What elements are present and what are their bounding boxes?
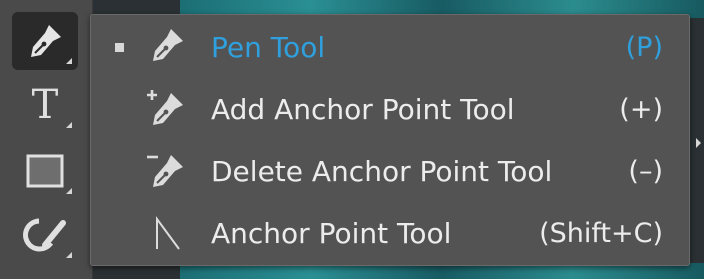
flyout-indicator-icon [66,122,72,128]
menu-item-shortcut: (Shift+C) [539,217,663,249]
pen-icon [153,29,183,61]
menu-item-label: Anchor Point Tool [211,216,452,250]
type-icon: T [31,82,59,128]
type-tool-button[interactable]: T [12,76,78,134]
rectangle-tool-button[interactable] [12,142,78,200]
menu-item-shortcut: (P) [625,31,663,63]
anchor-point-icon [156,215,180,250]
menu-item-shortcut: (–) [628,155,663,187]
menu-item-pen-tool[interactable]: Pen Tool (P) [91,17,689,77]
flyout-indicator-icon [66,188,72,194]
menu-item-anchor-point-tool[interactable]: Anchor Point Tool (Shift+C) [91,203,689,263]
delete-anchor-point-icon [147,155,183,187]
shaper-tool-button[interactable] [12,206,78,264]
menu-item-shortcut: (+) [619,93,663,125]
flyout-indicator-icon [66,252,72,258]
pen-tool-flyout-menu: Pen Tool (P) Add Anchor Point Tool (+) D… [90,14,690,266]
shaper-icon [23,218,66,252]
pen-tool-button[interactable] [12,12,78,70]
rectangle-icon [26,154,64,188]
menu-item-label: Pen Tool [211,30,326,64]
selected-indicator-icon [115,42,124,52]
add-anchor-point-icon [147,90,183,125]
menu-item-label: Add Anchor Point Tool [211,92,515,126]
tools-panel: T [0,0,93,279]
pen-icon [31,25,61,57]
panel-expand-arrow-icon[interactable] [696,138,701,148]
menu-item-label: Delete Anchor Point Tool [211,154,553,188]
flyout-indicator-icon [66,58,72,64]
menu-item-add-anchor-point-tool[interactable]: Add Anchor Point Tool (+) [91,79,689,139]
menu-item-delete-anchor-point-tool[interactable]: Delete Anchor Point Tool (–) [91,141,689,201]
